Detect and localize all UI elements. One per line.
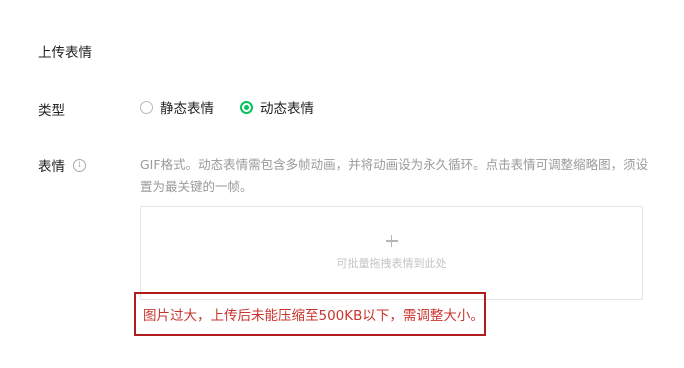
sticker-label: 表情 i bbox=[38, 155, 86, 175]
type-label: 类型 bbox=[38, 99, 65, 119]
info-icon[interactable]: i bbox=[73, 158, 86, 172]
section-title: 上传表情 bbox=[38, 45, 92, 61]
plus-icon bbox=[385, 235, 398, 247]
radio-unchecked-icon bbox=[140, 100, 153, 114]
sticker-label-text: 表情 bbox=[38, 159, 65, 175]
radio-static-label: 静态表情 bbox=[160, 101, 214, 117]
radio-animated-sticker[interactable]: 动态表情 bbox=[240, 97, 314, 117]
dropzone-hint: 可批量拖拽表情到此处 bbox=[336, 257, 447, 270]
sticker-dropzone[interactable]: 可批量拖拽表情到此处 bbox=[140, 206, 643, 300]
radio-animated-label: 动态表情 bbox=[260, 101, 314, 117]
error-message-box: 图片过大，上传后未能压缩至500KB以下，需调整大小。 bbox=[134, 292, 486, 336]
sticker-type-radio-group: 静态表情 动态表情 bbox=[140, 97, 340, 117]
sticker-description: GIF格式。动态表情需包含多帧动画，并将动画设为永久循环。点击表情可调整缩略图，… bbox=[140, 157, 649, 194]
error-message: 图片过大，上传后未能压缩至500KB以下，需调整大小。 bbox=[143, 308, 484, 324]
radio-static-sticker[interactable]: 静态表情 bbox=[140, 97, 214, 117]
type-label-text: 类型 bbox=[38, 103, 65, 119]
radio-checked-icon bbox=[240, 100, 253, 114]
